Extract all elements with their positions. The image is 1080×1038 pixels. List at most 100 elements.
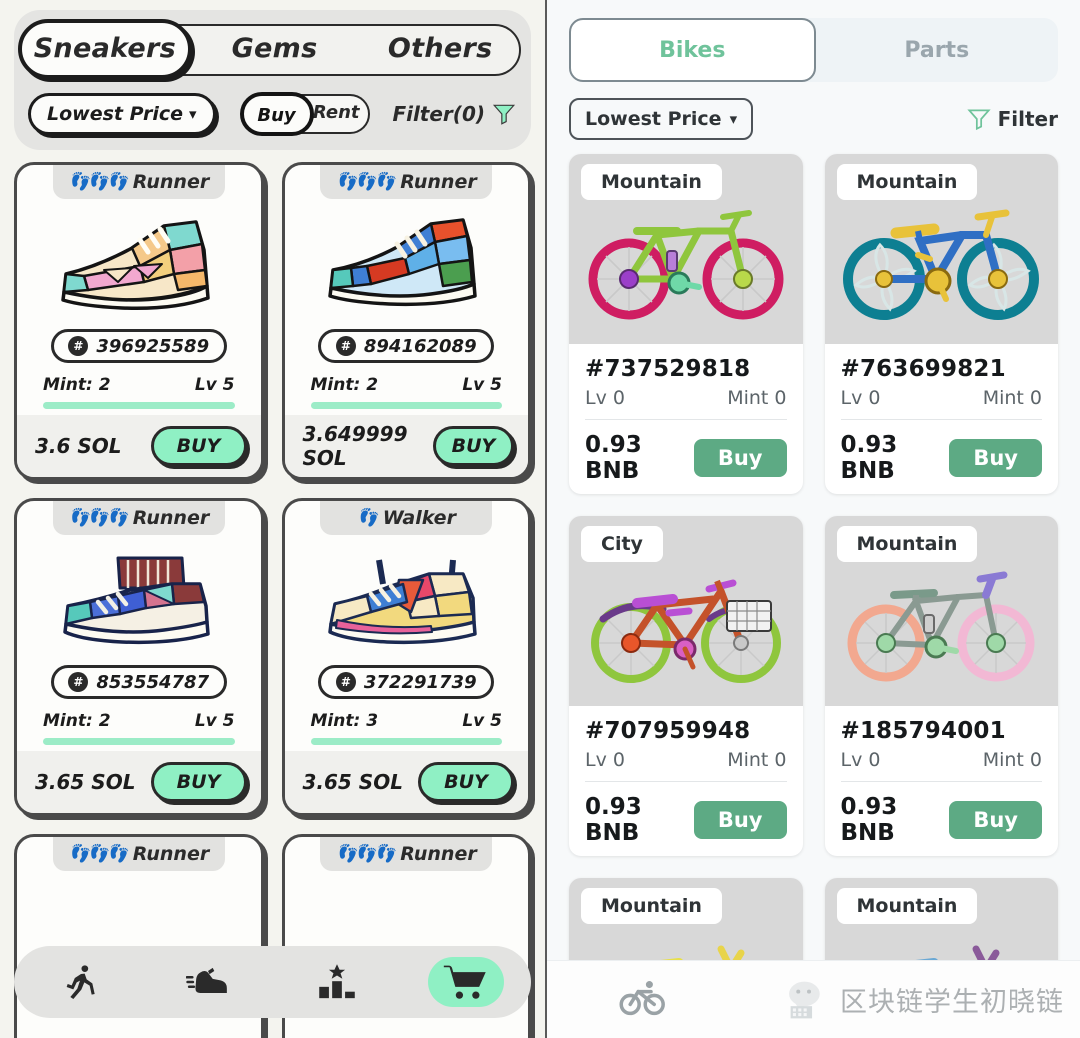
buy-button[interactable]: Buy bbox=[693, 801, 787, 839]
bike-price-row: 0.93 BNB Buy bbox=[841, 794, 1042, 846]
sort-label: Lowest Price bbox=[47, 103, 183, 125]
sneaker-type-label: Walker bbox=[382, 507, 456, 529]
buy-button[interactable]: BUY bbox=[432, 426, 514, 466]
buy-button[interactable]: Buy bbox=[693, 439, 787, 477]
mint-value: Mint 0 bbox=[982, 749, 1042, 771]
sneaker-id-pill: # 396925589 bbox=[50, 329, 227, 363]
divider bbox=[585, 419, 787, 420]
bike-card[interactable]: Mountain bbox=[824, 154, 1059, 494]
bike-info: #737529818 Lv 0 Mint 0 bbox=[569, 344, 803, 409]
nav-item-shop[interactable] bbox=[428, 957, 505, 1007]
sneaker-stats: Mint: 2 Lv 5 bbox=[43, 711, 235, 731]
level-value: Lv 0 bbox=[840, 749, 881, 771]
sort-dropdown-right[interactable]: Lowest Price ▾ bbox=[569, 98, 754, 140]
footprint-icon: 👣 bbox=[356, 508, 378, 528]
bike-image: City bbox=[569, 516, 803, 706]
filter-label: Filter(0) bbox=[392, 102, 485, 126]
sneaker-type-badge: 👣👣👣 Runner bbox=[52, 837, 225, 871]
tab-sneakers[interactable]: Sneakers bbox=[18, 19, 192, 79]
sneaker-icon bbox=[185, 967, 227, 993]
tab-parts[interactable]: Parts bbox=[816, 18, 1059, 82]
nav-item-leaderboard[interactable] bbox=[299, 957, 375, 1007]
mint-value: Mint 0 bbox=[727, 387, 787, 409]
nav-item-run[interactable] bbox=[41, 957, 117, 1007]
right-tab-bar: Bikes Parts bbox=[569, 18, 1058, 82]
bike-category-badge: City bbox=[581, 526, 663, 562]
sort-label: Lowest Price bbox=[585, 108, 722, 130]
shopping-cart-icon bbox=[444, 965, 487, 999]
sneaker-card[interactable]: 👣👣👣 Runner bbox=[281, 162, 531, 480]
bike-stats: Lv 0 Mint 0 bbox=[841, 387, 1043, 409]
bike-id: #737529818 bbox=[585, 356, 751, 382]
bike-category-badge: Mountain bbox=[581, 164, 722, 200]
filter-button-right[interactable]: Filter bbox=[966, 106, 1058, 132]
left-controls: Lowest Price ▾ Rent Buy Filter(0) bbox=[28, 92, 517, 136]
nav-item-bike[interactable] bbox=[619, 978, 667, 1022]
sneaker-id-pill: # 894162089 bbox=[318, 329, 495, 363]
level-value: Lv 5 bbox=[194, 711, 235, 731]
sneaker-id: 853554787 bbox=[96, 671, 210, 693]
filter-button-left[interactable]: Filter(0) bbox=[392, 101, 517, 127]
footprint-icon: 👣👣👣 bbox=[335, 172, 395, 192]
watermark-text: 区块链学生初晓链 bbox=[840, 987, 1064, 1018]
footprint-icon: 👣👣👣 bbox=[68, 844, 127, 864]
sort-dropdown-left[interactable]: Lowest Price ▾ bbox=[28, 93, 216, 135]
bike-info: #185794001 Lv 0 Mint 0 bbox=[825, 706, 1059, 771]
hash-icon: # bbox=[68, 336, 89, 356]
bike-stats: Lv 0 Mint 0 bbox=[841, 749, 1043, 771]
sneaker-type-label: Runner bbox=[400, 171, 477, 193]
sneaker-image bbox=[17, 535, 261, 665]
sneaker-type-badge: 👣👣👣 Runner bbox=[320, 165, 493, 199]
sneaker-card[interactable]: 👣👣👣 Runner bbox=[14, 498, 264, 816]
sneaker-type-label: Runner bbox=[132, 507, 210, 529]
price-label: 3.649999 SOL bbox=[302, 422, 408, 470]
runner-icon bbox=[66, 965, 95, 999]
sneaker-card-footer: 3.65 SOL BUY bbox=[284, 751, 528, 813]
buy-button[interactable]: BUY bbox=[418, 762, 514, 802]
price-label: 3.65 SOL bbox=[302, 770, 403, 794]
level-value: Lv 5 bbox=[462, 375, 502, 395]
wechat-watermark: 区块链学生初晓链 bbox=[786, 980, 1064, 1020]
buy-button[interactable]: Buy bbox=[949, 439, 1042, 477]
sneaker-type-badge: 👣👣👣 Runner bbox=[52, 165, 225, 199]
price-label: 3.65 SOL bbox=[35, 770, 136, 794]
sneaker-id: 894162089 bbox=[363, 335, 477, 357]
sneaker-card[interactable]: 👣👣👣 Runner bbox=[14, 162, 264, 480]
tab-gems[interactable]: Gems bbox=[192, 23, 358, 75]
bike-info: #707959948 Lv 0 Mint 0 bbox=[569, 706, 803, 771]
buy-button[interactable]: BUY bbox=[150, 762, 247, 802]
bike-stats: Lv 0 Mint 0 bbox=[585, 749, 787, 771]
sneaker-card[interactable]: 👣 Walker # 372291739 Mint: 3 Lv 5 3.65 S… bbox=[281, 498, 531, 816]
durability-bar bbox=[310, 738, 502, 745]
hash-icon: # bbox=[335, 672, 356, 692]
tab-bikes[interactable]: Bikes bbox=[569, 18, 816, 82]
bike-card[interactable]: Mountain bbox=[569, 154, 803, 494]
bike-price-row: 0.93 BNB Buy bbox=[585, 432, 787, 484]
left-tab-bar: Sneakers Gems Others bbox=[18, 18, 523, 80]
level-value: Lv 5 bbox=[462, 711, 502, 731]
sneaker-stats: Mint: 2 Lv 5 bbox=[311, 375, 503, 395]
bike-card[interactable]: Mountain bbox=[824, 516, 1059, 856]
toggle-option-buy[interactable]: Buy bbox=[239, 92, 314, 136]
sneaker-card-footer: 3.649999 SOL BUY bbox=[284, 415, 528, 477]
bike-card[interactable]: City #707959948 Lv 0 Mint 0 0.93 BNB Buy bbox=[569, 516, 803, 856]
level-value: Lv 5 bbox=[194, 375, 235, 395]
buy-button[interactable]: Buy bbox=[949, 801, 1042, 839]
toggle-option-rent[interactable]: Rent bbox=[313, 94, 360, 134]
sneaker-type-badge: 👣 Walker bbox=[320, 501, 493, 535]
bike-info: #763699821 Lv 0 Mint 0 bbox=[825, 344, 1059, 409]
footprint-icon: 👣👣👣 bbox=[68, 172, 127, 192]
chevron-down-icon: ▾ bbox=[188, 105, 197, 123]
price-label: 0.93 BNB bbox=[840, 432, 898, 484]
tab-others[interactable]: Others bbox=[357, 23, 523, 75]
bike-category-badge: Mountain bbox=[836, 526, 978, 562]
price-label: 0.93 BNB bbox=[585, 794, 642, 846]
hash-icon: # bbox=[335, 336, 356, 356]
level-value: Lv 0 bbox=[585, 749, 625, 771]
bike-card-grid: Mountain #737529818 Lv 0 Mint 0 0.93 BNB… bbox=[569, 154, 1058, 1038]
buy-rent-toggle[interactable]: Rent Buy bbox=[239, 92, 370, 136]
left-bottom-nav bbox=[14, 946, 531, 1018]
bike-price-row: 0.93 BNB Buy bbox=[840, 432, 1042, 484]
nav-item-sneaker[interactable] bbox=[170, 957, 246, 1007]
buy-button[interactable]: BUY bbox=[150, 426, 247, 466]
